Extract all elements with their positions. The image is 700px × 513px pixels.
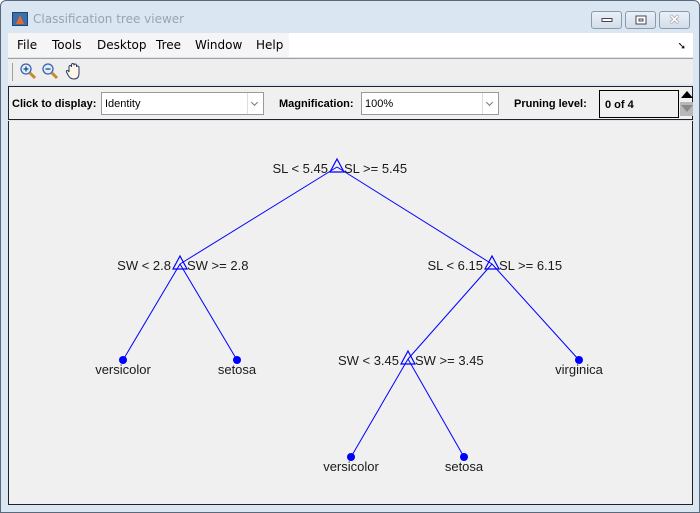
leaf-label: versicolor	[95, 362, 151, 377]
close-button[interactable]: ✕	[659, 11, 690, 29]
menu-window[interactable]: Window	[195, 38, 242, 52]
tree-edge	[336, 166, 493, 265]
tree-edge	[350, 358, 409, 458]
close-icon: ✕	[669, 12, 680, 27]
split-rule-left: SL < 5.45	[272, 161, 328, 176]
matlab-logo-icon	[12, 12, 28, 26]
menu-desktop[interactable]: Desktop	[97, 38, 147, 52]
zoom-out-button[interactable]	[41, 62, 61, 82]
tree-edge	[491, 263, 580, 361]
minimize-button[interactable]	[591, 11, 622, 29]
tree-edge	[407, 358, 465, 458]
menu-bar: File Tools Desktop Tree Window Help ➘	[8, 33, 693, 57]
tree-edge	[122, 263, 181, 361]
magnification-label: Magnification:	[279, 98, 354, 110]
click-to-display-select[interactable]: Identity	[101, 92, 264, 115]
tree-canvas: SL < 5.45 SL >= 5.45 SW < 2.8 SW >= 2.8 SL <…	[8, 121, 693, 505]
tree-diagram: SL < 5.45 SL >= 5.45 SW < 2.8 SW >= 2.8 SL <…	[95, 157, 604, 474]
pan-button[interactable]	[64, 62, 84, 82]
leaf-label: setosa	[445, 459, 484, 474]
pruning-level-label: Pruning level:	[514, 98, 587, 110]
menu-tools[interactable]: Tools	[52, 38, 82, 52]
maximize-icon	[635, 15, 646, 25]
zoom-in-icon	[20, 63, 37, 80]
toolbar	[8, 58, 693, 84]
leaf-label: versicolor	[323, 459, 379, 474]
maximize-button[interactable]	[625, 11, 656, 29]
menu-help[interactable]: Help	[256, 38, 283, 52]
app-window: Classification tree viewer ✕ File Tools …	[0, 0, 700, 513]
hand-icon	[65, 62, 80, 80]
click-to-display-value: Identity	[105, 98, 141, 110]
zoom-out-icon	[42, 63, 59, 80]
pruning-level-value: 0 of 4	[599, 90, 679, 118]
click-to-display-label: Click to display:	[12, 98, 97, 110]
pruning-level-spinner[interactable]	[680, 88, 693, 120]
magnification-select[interactable]: 100%	[361, 92, 499, 115]
split-rule-right: SL >= 5.45	[344, 161, 407, 176]
split-rule-right: SW >= 2.8	[187, 258, 248, 273]
split-rule-right: SL >= 6.15	[499, 258, 562, 273]
leaf-label: setosa	[218, 362, 257, 377]
chevron-down-icon	[482, 93, 498, 114]
minimize-icon	[601, 18, 612, 22]
split-rule-right: SW >= 3.45	[415, 353, 484, 368]
leaf-label: virginica	[555, 362, 603, 377]
tree-edge	[407, 263, 493, 360]
split-node-icon[interactable]	[483, 254, 501, 270]
menu-group: File Tools Desktop Tree Window Help	[8, 33, 289, 57]
split-node-icon[interactable]	[171, 254, 189, 270]
tree-edge	[179, 263, 238, 361]
title-bar: Classification tree viewer ✕	[1, 1, 699, 33]
menu-tree[interactable]: Tree	[156, 38, 181, 52]
toolbar-separator	[12, 63, 13, 81]
magnification-value: 100%	[365, 98, 394, 110]
split-rule-left: SW < 3.45	[338, 353, 399, 368]
dock-arrow-icon[interactable]: ➘	[678, 41, 686, 52]
spinner-down-icon	[681, 105, 693, 112]
window-title: Classification tree viewer	[33, 12, 185, 26]
zoom-in-button[interactable]	[19, 62, 39, 82]
split-rule-left: SW < 2.8	[117, 258, 171, 273]
chevron-down-icon	[247, 93, 263, 114]
spinner-up-icon[interactable]	[681, 91, 693, 98]
control-panel: Click to display: Identity Magnification…	[8, 86, 693, 120]
tree-edge	[179, 166, 338, 265]
menu-file[interactable]: File	[17, 38, 37, 52]
split-rule-left: SL < 6.15	[427, 258, 483, 273]
